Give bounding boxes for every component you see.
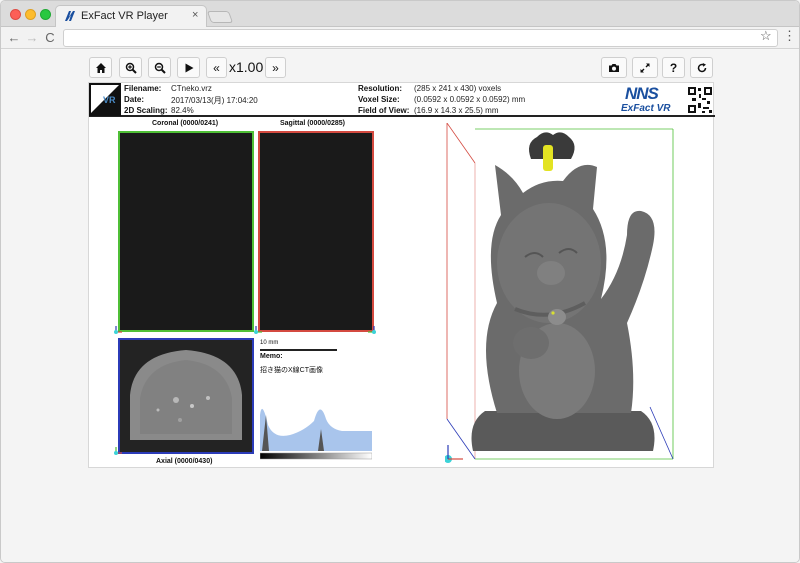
date-label: Date: xyxy=(124,95,145,104)
axial-slice-image xyxy=(130,350,242,440)
playback-speed: x1.00 xyxy=(229,59,264,75)
browser-window: ExFact VR Player × ← → C ☆ ⋮ « x1.00 » ?… xyxy=(0,0,800,563)
home-button[interactable] xyxy=(89,57,112,78)
sagittal-view[interactable] xyxy=(258,131,374,332)
voxel-size-value: (0.0592 x 0.0592 x 0.0592) mm xyxy=(414,95,526,104)
reset-icon xyxy=(697,62,706,72)
maximize-window-button[interactable] xyxy=(40,9,51,20)
logo-vr-text: VR xyxy=(103,95,116,105)
info-header: VR Filename: CTneko.vrz Date: 2017/03/13… xyxy=(89,83,715,117)
faster-button[interactable]: » xyxy=(265,57,286,78)
camera-icon xyxy=(609,63,619,72)
coronal-axis-icon xyxy=(114,326,122,334)
qr-code-icon xyxy=(687,85,713,115)
new-tab-button[interactable] xyxy=(206,11,234,23)
fullscreen-icon xyxy=(640,63,650,72)
tab-close-button[interactable]: × xyxy=(192,9,198,21)
brand-mark: NNS xyxy=(625,84,659,103)
play-button[interactable] xyxy=(177,57,200,78)
scale-bar: 10 mm xyxy=(260,340,337,352)
zoom-out-icon xyxy=(154,62,166,74)
resolution-value: (285 x 241 x 430) voxels xyxy=(414,84,502,93)
slower-button[interactable]: « xyxy=(206,57,227,78)
tab-exfact-vr-player[interactable]: ExFact VR Player × xyxy=(55,5,207,27)
fullscreen-button[interactable] xyxy=(632,57,658,78)
play-icon xyxy=(185,63,193,72)
close-window-button[interactable] xyxy=(10,9,21,20)
coronal-view[interactable] xyxy=(118,131,254,332)
scaling-value: 82.4% xyxy=(171,106,194,115)
exfact-logo: VR xyxy=(89,83,121,116)
zoom-out-button[interactable] xyxy=(148,57,171,78)
nns-brand-logo: NNS ExFact VR xyxy=(619,84,685,115)
fov-value: (16.9 x 14.3 x 25.5) mm xyxy=(414,106,499,115)
home-icon xyxy=(95,62,106,73)
help-button[interactable]: ? xyxy=(662,57,685,78)
zoom-in-icon xyxy=(125,62,137,74)
address-bar[interactable] xyxy=(63,29,778,47)
sagittal-axis-right-icon xyxy=(368,326,376,334)
memo-label: Memo: xyxy=(260,353,283,360)
voxel-size-label: Voxel Size: xyxy=(358,95,400,104)
minimize-window-button[interactable] xyxy=(25,9,36,20)
fov-label: Field of View: xyxy=(358,106,410,115)
back-button[interactable]: ← xyxy=(7,30,21,45)
tab-title: ExFact VR Player xyxy=(81,10,168,22)
browser-menu-icon[interactable]: ⋮ xyxy=(783,28,796,44)
scaling-label: 2D Scaling: xyxy=(124,106,168,115)
resolution-label: Resolution: xyxy=(358,84,402,93)
browser-toolbar: ← → C ☆ ⋮ xyxy=(1,27,799,49)
viewer-panel: VR Filename: CTneko.vrz Date: 2017/03/13… xyxy=(88,82,715,468)
axial-axis-icon xyxy=(114,447,122,455)
sagittal-title: Sagittal (0000/0285) xyxy=(280,120,345,127)
filename-label: Filename: xyxy=(124,84,162,93)
zoom-in-button[interactable] xyxy=(119,57,142,78)
filename-value: CTneko.vrz xyxy=(171,84,212,93)
intensity-histogram xyxy=(260,408,372,460)
reset-button[interactable] xyxy=(690,57,713,78)
date-value: 2017/03/13(月) 17:04:20 xyxy=(171,96,258,105)
axial-title: Axial (0000/0430) xyxy=(156,458,213,465)
coronal-title: Coronal (0000/0241) xyxy=(152,120,219,127)
volume-render-view[interactable] xyxy=(445,123,695,467)
reload-button[interactable]: C xyxy=(43,30,57,45)
screenshot-button[interactable] xyxy=(601,57,627,78)
forward-button[interactable]: → xyxy=(25,30,39,45)
sagittal-axis-icon xyxy=(254,326,262,334)
scale-bar-label: 10 mm xyxy=(260,340,279,346)
favicon-icon xyxy=(65,11,75,21)
page-content: « x1.00 » ? VR Filename: CTneko.vrz Date… xyxy=(1,50,799,562)
brand-text: ExFact VR xyxy=(621,103,671,114)
axial-view[interactable] xyxy=(118,338,254,454)
bookmark-star-icon[interactable]: ☆ xyxy=(760,28,772,44)
tab-bar: ExFact VR Player × xyxy=(1,1,799,27)
memo-text: 招き猫のX線CT画像 xyxy=(260,367,323,374)
